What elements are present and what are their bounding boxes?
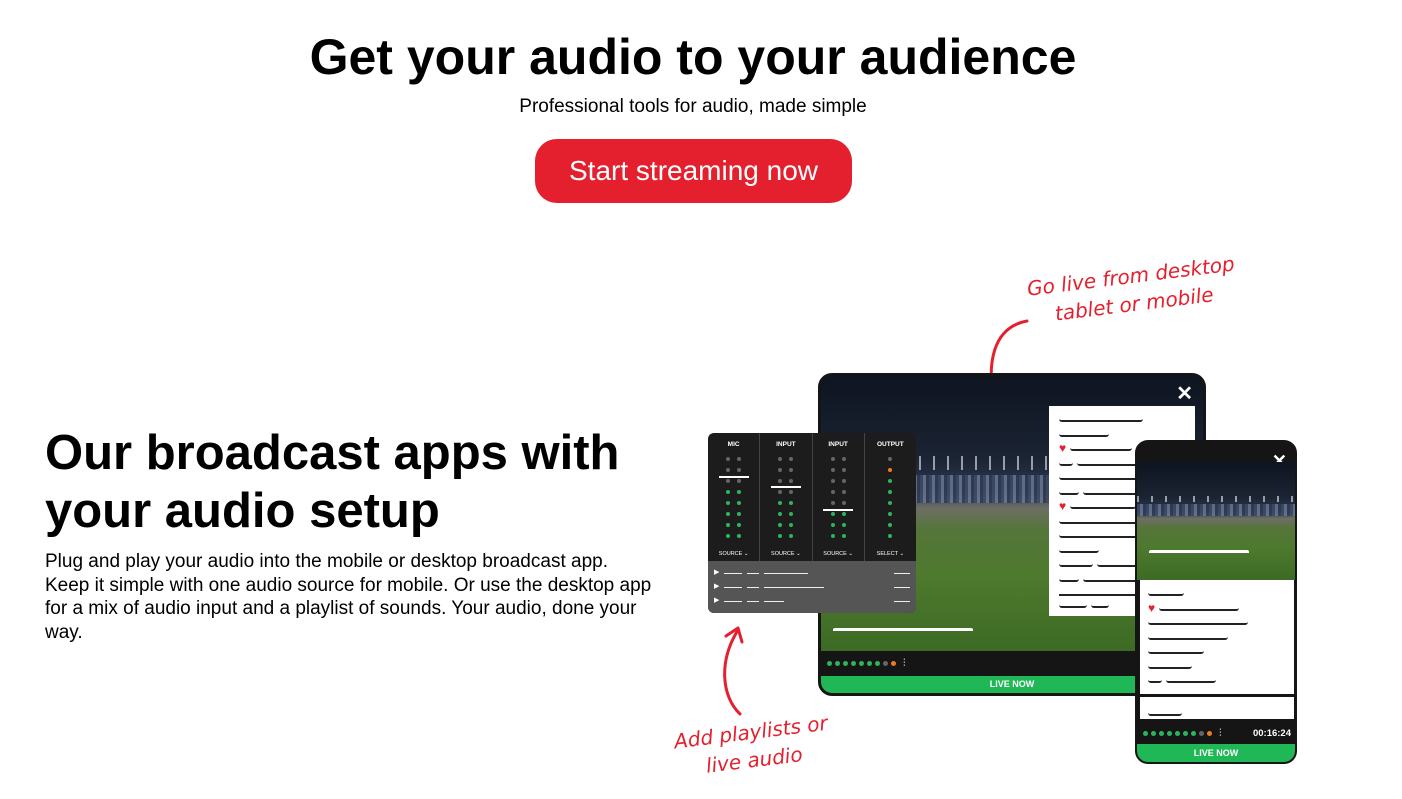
mixer-channel-input-1: INPUT SOURCE ⌄	[760, 433, 813, 561]
close-icon[interactable]: ✕	[1176, 384, 1193, 404]
play-icon[interactable]: ▶	[714, 582, 719, 590]
mixer-channel-mic: MIC SOURCE ⌄	[708, 433, 761, 561]
chat-message	[1148, 586, 1286, 601]
stadium-video	[1137, 462, 1295, 580]
curved-arrow-icon	[723, 626, 744, 716]
level-meter	[775, 457, 797, 541]
chat-message	[1148, 615, 1286, 630]
channel-label: MIC	[727, 441, 740, 448]
annotation-add-playlists: Add playlists or live audio	[672, 710, 829, 778]
source-select[interactable]: SOURCE ⌄	[813, 551, 864, 557]
phone-mockup: ✕ ♥ ⫶ 00:16:24 LIVE NOW	[1135, 440, 1297, 764]
audio-level-bar: ⫶ 00:16:24	[1137, 722, 1295, 744]
chat-message	[1148, 673, 1286, 688]
fader-handle[interactable]	[770, 486, 801, 488]
playlist: ▶ ▶ ▶	[708, 561, 916, 613]
channel-label: INPUT	[828, 441, 848, 448]
stream-timer: 00:16:24	[1252, 727, 1291, 739]
mixer-channel-output: OUTPUT SELECT ⌄	[865, 433, 916, 561]
level-meter	[827, 457, 849, 541]
chat-input[interactable]	[1140, 697, 1294, 719]
mixer-channel-input-2: INPUT SOURCE ⌄	[813, 433, 865, 561]
heart-icon: ♥	[1059, 441, 1067, 456]
playlist-item[interactable]: ▶	[714, 593, 910, 607]
section-body: Plug and play your audio into the mobile…	[45, 551, 652, 643]
level-meter	[879, 457, 901, 541]
audio-mixer-panel: MIC SOURCE ⌄ INPUT SOURCE ⌄ INPUT SOURCE…	[708, 433, 916, 613]
equalizer-icon[interactable]: ⫶	[1219, 728, 1222, 739]
chat-message	[1148, 659, 1286, 674]
source-select[interactable]: SOURCE ⌄	[760, 551, 811, 557]
video-caption	[833, 628, 973, 634]
annotation-go-live: Go live from desktop tablet or mobile	[1025, 251, 1236, 326]
source-select[interactable]: SOURCE ⌄	[708, 551, 759, 557]
chat-message	[1059, 427, 1185, 442]
channel-label: OUTPUT	[877, 441, 904, 448]
section-title: Our broadcast apps with your audio setup	[45, 426, 620, 538]
hero-title: Get your audio to your audience	[309, 29, 1077, 85]
source-select[interactable]: SELECT ⌄	[865, 551, 916, 557]
equalizer-icon[interactable]: ⫶	[903, 658, 906, 669]
chat-message: ♥	[1148, 601, 1286, 616]
video-caption	[1149, 550, 1249, 556]
play-icon[interactable]: ▶	[714, 596, 719, 604]
level-meter	[723, 457, 745, 541]
play-icon[interactable]: ▶	[714, 568, 719, 576]
fader-handle[interactable]	[718, 476, 749, 478]
playlist-item[interactable]: ▶	[714, 565, 910, 579]
hero-subtitle: Professional tools for audio, made simpl…	[519, 96, 867, 117]
chat-message	[1148, 630, 1286, 645]
chat-panel: ♥	[1140, 580, 1294, 694]
heart-icon: ♥	[1059, 499, 1067, 514]
channel-label: INPUT	[776, 441, 796, 448]
chat-message	[1148, 644, 1286, 659]
live-now-button[interactable]: LIVE NOW	[1137, 744, 1295, 762]
heart-icon: ♥	[1148, 600, 1156, 615]
fader-handle[interactable]	[823, 509, 854, 511]
chat-message	[1059, 412, 1185, 427]
start-streaming-button[interactable]: Start streaming now	[535, 139, 852, 203]
playlist-item[interactable]: ▶	[714, 579, 910, 593]
